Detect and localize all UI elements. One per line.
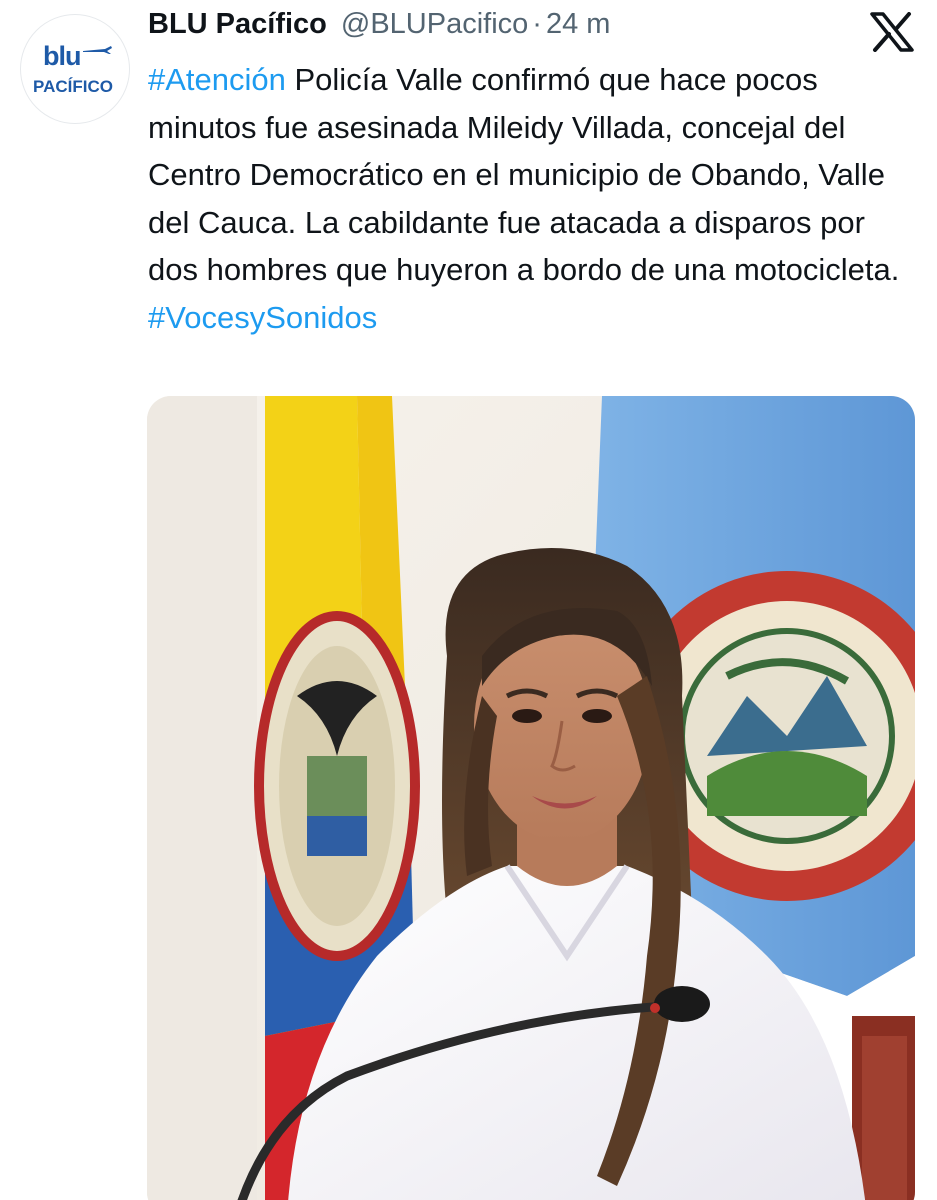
hashtag-atencion[interactable]: #Atención: [148, 62, 286, 97]
tweet[interactable]: blu PACÍFICO BLU Pacífico @BLUPacifico ·…: [0, 0, 937, 1200]
tweet-header: BLU Pacífico @BLUPacifico · 24 m: [148, 8, 610, 52]
user-handle[interactable]: @BLUPacifico: [341, 8, 528, 41]
timestamp[interactable]: 24 m: [546, 8, 610, 41]
photo-icon: [147, 396, 915, 1200]
separator-dot: ·: [532, 8, 542, 40]
avatar[interactable]: blu PACÍFICO: [20, 14, 130, 124]
hashtag-vocesysonidos[interactable]: #VocesySonidos: [148, 300, 377, 335]
avatar-logo-top: blu: [43, 41, 81, 71]
blu-pacifico-logo-icon: blu PACÍFICO: [21, 15, 131, 125]
x-logo-icon: [870, 12, 914, 52]
tweet-text: #Atención Policía Valle confirmó que hac…: [148, 56, 908, 341]
plane-icon: [83, 46, 112, 54]
avatar-logo-bottom: PACÍFICO: [33, 77, 113, 96]
tweet-photo[interactable]: [147, 396, 915, 1200]
display-name[interactable]: BLU Pacífico: [148, 8, 327, 41]
